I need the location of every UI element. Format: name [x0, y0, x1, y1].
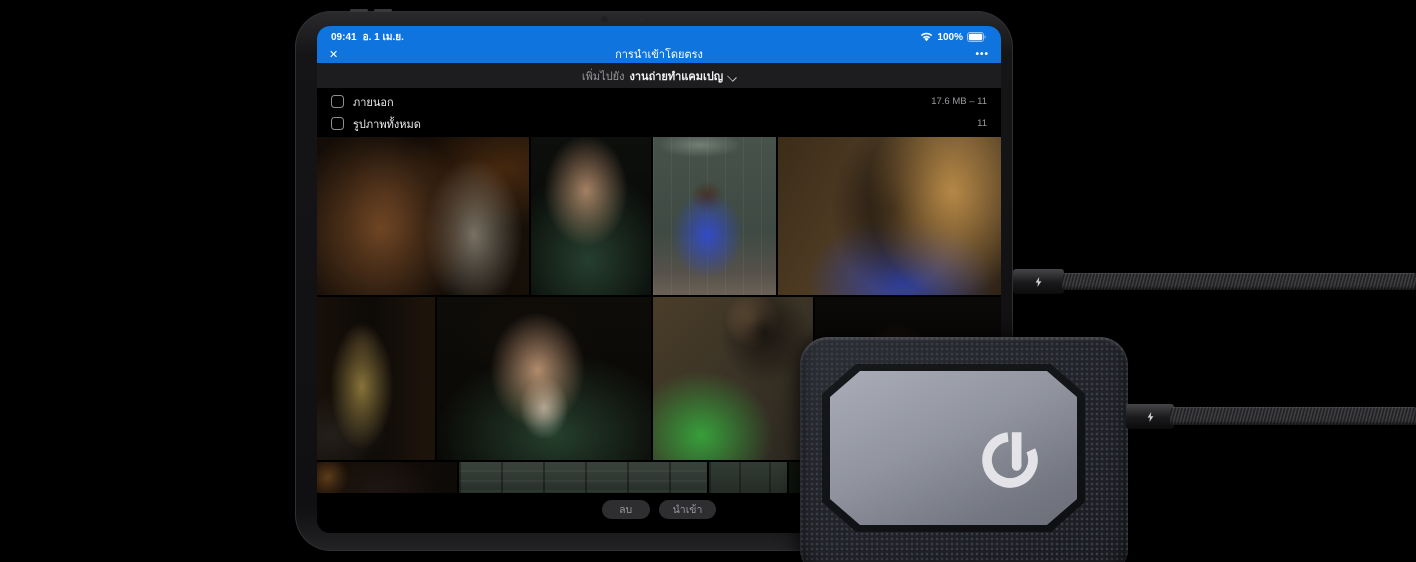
import-button[interactable]: นำเข้า: [659, 500, 717, 519]
selection-row-all-photos[interactable]: รูปภาพทั้งหมด 11: [317, 113, 1001, 134]
nav-bar: ✕ การนำเข้าโดยตรง •••: [317, 45, 1001, 63]
delete-button[interactable]: ลบ: [602, 500, 650, 519]
battery-percent: 100%: [937, 32, 963, 43]
checkbox-all-photos[interactable]: [331, 117, 344, 130]
checkbox-external[interactable]: [331, 95, 344, 108]
header: 09:41 อ. 1 เม.ย. 100%: [317, 26, 1001, 63]
braided-cable-top: [1062, 273, 1416, 290]
braided-cable-bottom: [1170, 407, 1416, 425]
thunderbolt-icon: [1147, 412, 1154, 422]
thunderbolt-icon: [1035, 277, 1042, 287]
status-bar: 09:41 อ. 1 เม.ย. 100%: [317, 26, 1001, 45]
selection-row-external[interactable]: ภายนอก 17.6 MB – 11: [317, 91, 1001, 112]
scene: 09:41 อ. 1 เม.ย. 100%: [0, 0, 1416, 562]
row-value: 17.6 MB – 11: [931, 96, 987, 107]
photo-thumbnail[interactable]: [778, 137, 1001, 295]
usb-c-connector-ipad: [1013, 269, 1064, 294]
external-drive: [800, 337, 1128, 562]
g-logo: [973, 423, 1047, 497]
battery-icon: [967, 32, 987, 42]
row-label: รูปภาพทั้งหมด: [353, 115, 421, 133]
row-label: ภายนอก: [353, 93, 394, 111]
chevron-down-icon: [728, 70, 736, 78]
volume-up-button: [350, 9, 368, 12]
photo-thumbnail[interactable]: [317, 462, 457, 493]
photo-thumbnail[interactable]: [709, 462, 787, 493]
status-date: อ. 1 เม.ย.: [363, 30, 404, 45]
album-name: งานถ่ายทำแคมเปญ: [630, 67, 724, 85]
sensor-dot-icon: [640, 18, 644, 22]
photo-thumbnail[interactable]: [437, 297, 651, 460]
photo-thumbnail[interactable]: [459, 462, 707, 493]
usb-c-connector-drive: [1126, 404, 1174, 429]
status-time: 09:41: [331, 32, 357, 43]
photo-thumbnail[interactable]: [317, 297, 435, 460]
volume-down-button: [374, 9, 392, 12]
wifi-icon: [920, 32, 933, 42]
photo-thumbnail[interactable]: [317, 137, 529, 295]
photo-thumbnail[interactable]: [531, 137, 651, 295]
front-camera-icon: [601, 16, 608, 23]
photo-thumbnail[interactable]: [653, 137, 776, 295]
row-value: 11: [977, 118, 987, 129]
add-to-label: เพิ่มไปยัง: [582, 67, 625, 85]
add-to-dropdown[interactable]: เพิ่มไปยัง งานถ่ายทำแคมเปญ: [317, 63, 1001, 88]
more-options-button[interactable]: •••: [975, 49, 989, 60]
page-title: การนำเข้าโดยตรง: [317, 45, 1001, 63]
photo-thumbnail[interactable]: [653, 297, 813, 460]
